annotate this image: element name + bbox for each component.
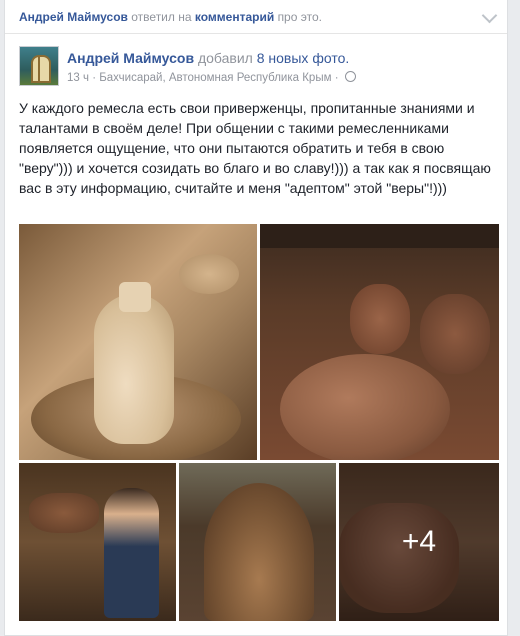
post-action: добавил — [197, 50, 253, 66]
photo-5-more[interactable]: +4 — [339, 463, 499, 621]
story-verb: ответил на — [131, 10, 192, 24]
avatar-door-graphic — [31, 55, 51, 83]
chevron-down-icon[interactable] — [481, 7, 498, 24]
story-header: Андрей Маймусов ответил на комментарий п… — [5, 0, 507, 34]
photo-4[interactable] — [179, 463, 336, 621]
photo-2[interactable] — [260, 224, 499, 460]
photo-count-link[interactable]: 8 новых фото. — [257, 50, 350, 66]
post-meta: 13 ч · Бахчисарай, Автономная Республика… — [67, 71, 356, 84]
photo-1[interactable] — [19, 224, 257, 460]
feed-story-card: Андрей Маймусов ответил на комментарий п… — [4, 0, 508, 636]
photo-3[interactable] — [19, 463, 176, 621]
story-header-text: Андрей Маймусов ответил на комментарий п… — [19, 10, 322, 24]
post-text: У каждого ремесла есть свои приверженцы,… — [19, 100, 491, 196]
avatar[interactable] — [19, 46, 59, 86]
story-actor-link[interactable]: Андрей Маймусов — [19, 10, 128, 24]
globe-icon[interactable] — [344, 71, 356, 82]
post-location-link[interactable]: Бахчисарай, Автономная Республика Крым — [99, 72, 331, 84]
post-author-link[interactable]: Андрей Маймусов — [67, 50, 194, 66]
story-target-link[interactable]: комментарий — [195, 10, 274, 24]
more-photos-overlay: +4 — [339, 463, 499, 621]
post-author-line: Андрей Маймусов добавил 8 новых фото. — [67, 50, 349, 66]
more-photos-count: +4 — [401, 525, 437, 558]
meta-separator: · — [92, 72, 97, 84]
post-time-link[interactable]: 13 ч — [67, 72, 89, 84]
story-suffix: про это. — [277, 10, 322, 24]
meta-separator-2: · — [334, 72, 339, 84]
